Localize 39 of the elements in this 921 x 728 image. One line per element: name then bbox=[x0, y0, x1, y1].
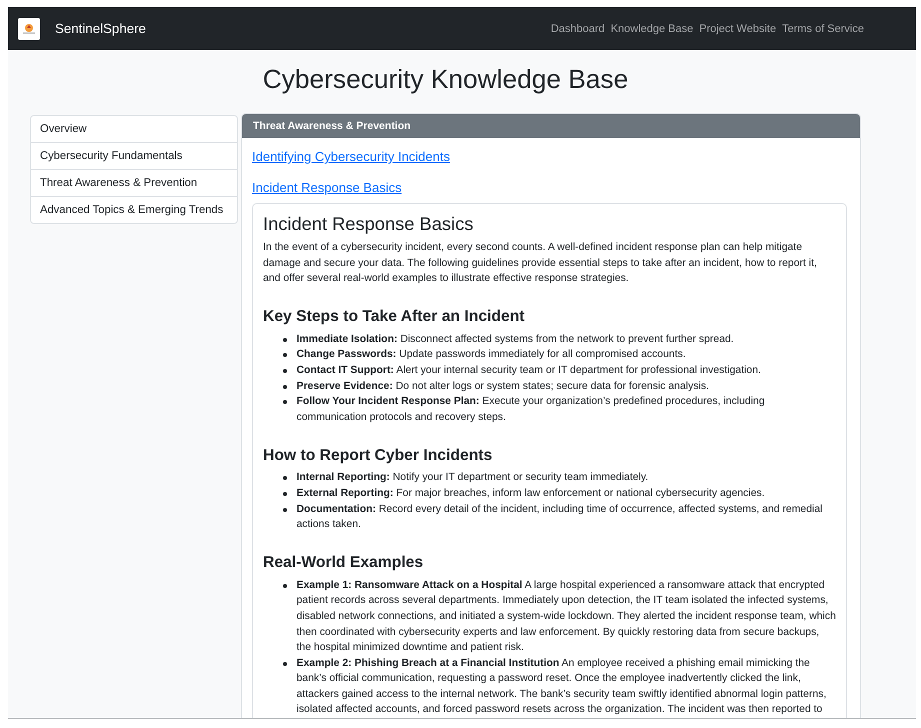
logo-icon[interactable] bbox=[18, 18, 40, 40]
page-title: Cybersecurity Knowledge Base bbox=[262, 63, 630, 96]
list-item-text: Change Passwords: Update passwords immediately for all compromised accounts. bbox=[296, 348, 687, 362]
sidebar-item[interactable]: Overview bbox=[30, 115, 238, 143]
nav-link[interactable]: Dashboard bbox=[548, 22, 608, 34]
bullet-icon bbox=[283, 476, 287, 480]
brand-link[interactable]: SentinelSphere bbox=[55, 21, 146, 36]
section-header: Threat Awareness & Prevention bbox=[242, 114, 860, 138]
list-item-text: Example 1: Ransomware Attack on a Hospital A large hospital experienced a ransomware attack that encrypted patient records across several departments. Immediately upon detection, the IT team isolated the infected systems, disabled network connections, and initiated a system-wide lockdown. They alerted the incident response team, which then coordinated with cybersecurity experts and law enforcement. By quickly restoring data from secure backups, the hospital minimized downtime and patient risk. bbox=[296, 578, 836, 656]
list-item-text: External Reporting: For major breaches, inform law enforcement or national cybersecurity agencies. bbox=[296, 486, 766, 501]
list-item-text: Internal Reporting: Notify your IT department or security team immediately. bbox=[296, 471, 650, 486]
bullet-icon bbox=[283, 584, 287, 588]
bullet-icon bbox=[283, 662, 287, 666]
sidebar-item[interactable]: Advanced Topics & Emerging Trends bbox=[30, 196, 238, 224]
list-item-text: Immediate Isolation: Disconnect affected systems from the network to prevent further spread. bbox=[296, 332, 735, 347]
article-title: Incident Response Basics bbox=[263, 212, 474, 236]
topic-link[interactable]: Incident Response Basics bbox=[252, 179, 402, 197]
section-heading: How to Report Cyber Incidents bbox=[263, 446, 494, 466]
bullet-icon bbox=[283, 492, 287, 496]
section-heading: Key Steps to Take After an Incident bbox=[263, 307, 526, 328]
list-item-text: Follow Your Incident Response Plan: Execute your organization’s predefined procedures, including communication protocols and recovery steps. bbox=[296, 395, 766, 425]
intro-paragraph: In the event of a cybersecurity incident, every second counts. A well-defined incident response plan can help mitigate damage and secure your data. The following guidelines provide essential steps to take after an incident, how to report it, and offer several real-world examples to illustrate effective response strategies. bbox=[263, 241, 818, 286]
section-heading: Real-World Examples bbox=[263, 553, 424, 574]
bullet-icon bbox=[283, 508, 287, 512]
bullet-icon bbox=[283, 368, 287, 373]
list-item-text: Example 2: Phishing Breach at a Financial Institution An employee received a phishing email mimicking the bank’s official communication, requesting a password reset. Once the employee inadvertently clicked the link, attackers gained access to the internal network. The bank’s security team swiftly identified abnormal login patterns, isolated affected accounts, and forced password resets across the organization. The incident was then reported to bbox=[296, 656, 828, 718]
bullet-icon bbox=[283, 384, 287, 389]
nav-link[interactable]: Knowledge Base bbox=[608, 22, 696, 34]
bullet-icon bbox=[283, 338, 287, 342]
nav-link[interactable]: Terms of Service bbox=[779, 22, 867, 34]
list-item-text: Preserve Evidence: Do not alter logs or system states; secure data for forensic analysis. bbox=[296, 380, 710, 394]
bullet-icon bbox=[283, 400, 287, 404]
list-item-text: Documentation: Record every detail of the incident, including time of occurrence, affected systems, and remedial actions taken. bbox=[296, 502, 824, 532]
topic-link[interactable]: Identifying Cybersecurity Incidents bbox=[252, 148, 450, 166]
sidebar-item[interactable]: Cybersecurity Fundamentals bbox=[30, 142, 238, 170]
nav-link[interactable]: Project Website bbox=[696, 22, 780, 34]
list-item-text: Contact IT Support: Alert your internal security team or IT department for professional investigation. bbox=[296, 364, 762, 378]
bullet-icon bbox=[283, 353, 287, 358]
sidebar-item[interactable]: Threat Awareness & Prevention bbox=[30, 169, 238, 197]
